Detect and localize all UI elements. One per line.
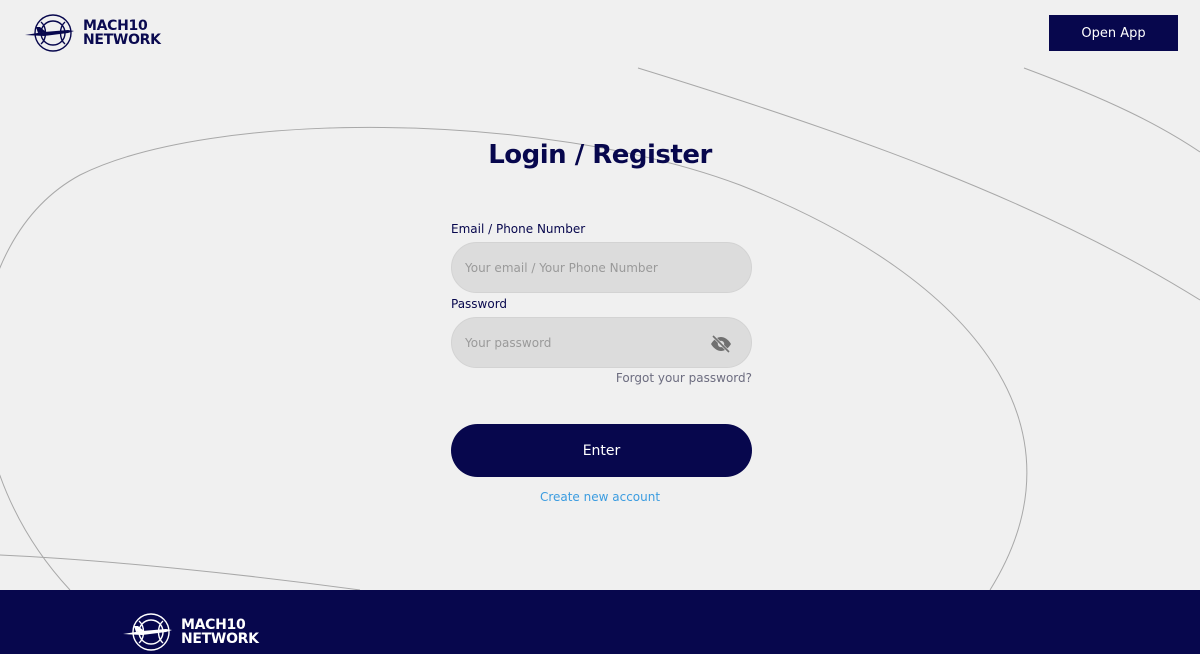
forgot-password-link[interactable]: Forgot your password?	[451, 371, 752, 385]
footer: MACH10 NETWORK	[0, 590, 1200, 654]
header: MACH10 NETWORK Open App	[0, 0, 1200, 68]
email-label: Email / Phone Number	[451, 222, 586, 236]
globe-plane-logo-icon	[123, 613, 172, 651]
email-field[interactable]	[452, 243, 751, 292]
page-title: Login / Register	[488, 140, 712, 170]
globe-plane-logo-icon	[25, 14, 74, 52]
password-field-wrapper	[451, 317, 752, 368]
footer-logo-line-2: NETWORK	[181, 631, 259, 647]
logo-line-1: MACH10	[83, 18, 148, 34]
footer-logo-wordmark: MACH10 NETWORK	[181, 618, 259, 646]
header-logo[interactable]: MACH10 NETWORK	[24, 13, 161, 53]
password-field[interactable]	[452, 318, 751, 367]
enter-button[interactable]: Enter	[451, 424, 752, 477]
logo-wordmark: MACH10 NETWORK	[83, 19, 161, 47]
password-label: Password	[451, 297, 508, 311]
logo-line-2: NETWORK	[83, 32, 161, 48]
open-app-button[interactable]: Open App	[1049, 15, 1178, 51]
create-account-link[interactable]: Create new account	[0, 490, 1200, 504]
footer-logo[interactable]: MACH10 NETWORK	[122, 612, 259, 652]
email-field-wrapper	[451, 242, 752, 293]
eye-slash-icon[interactable]	[709, 334, 733, 354]
login-form: Email / Phone Number Password Forgot you…	[451, 221, 752, 385]
footer-logo-line-1: MACH10	[181, 617, 246, 633]
